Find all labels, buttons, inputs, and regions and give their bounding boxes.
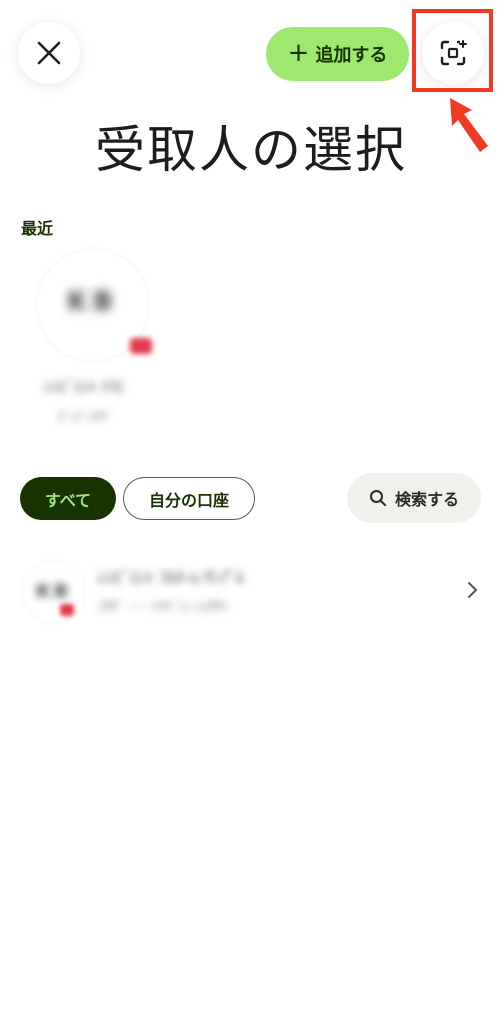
search-button[interactable]: 検索する: [347, 473, 481, 523]
contact-name: ﾚｼﾋﾟｴﾝﾄ ﾌﾙﾈｰﾑ ｻﾝﾌﾟﾙ: [98, 568, 245, 587]
add-recipient-button[interactable]: + 追加する: [266, 27, 409, 81]
search-icon: [369, 490, 386, 506]
recent-contact-subtitle: ｶﾞｲﾌﾞｺｳｻﾞ: [57, 410, 112, 424]
highlight-box: [412, 9, 493, 92]
filter-own-accounts-chip[interactable]: 自分の口座: [123, 477, 255, 520]
close-icon: [37, 41, 61, 65]
contact-subtitle: ｺｳｻﾞ ･･･ ﾒｲｷﾞﾆﾝ ｼｮｳｻｲ: [98, 600, 228, 615]
recent-contact-name: ﾚｼﾋﾟｴﾝﾄ ﾅﾏｴ: [44, 378, 124, 396]
page-title: 受取人の選択: [95, 121, 407, 179]
filter-own-label: 自分の口座: [148, 490, 229, 510]
avatar-initials: KB: [67, 287, 119, 317]
search-label: 検索する: [394, 490, 459, 509]
flag-icon: [130, 338, 152, 354]
plus-icon: +: [287, 38, 310, 68]
chevron-right-icon: [468, 582, 477, 598]
avatar: KB: [22, 560, 86, 624]
avatar-initials: KB: [36, 581, 72, 602]
list-item[interactable]: KB ﾚｼﾋﾟｴﾝﾄ ﾌﾙﾈｰﾑ ｻﾝﾌﾟﾙ ｺｳｻﾞ ･･･ ﾒｲｷﾞﾆﾝ ｼ…: [0, 548, 502, 632]
recipient-select-screen: + 追加する 受取人の選択 最近 KB ﾚｼﾋﾟｴﾝﾄ ﾅﾏｴ ｶﾞｲﾌﾞｺｳｻ…: [0, 0, 502, 1024]
filter-all-label: すべて: [44, 490, 92, 510]
recent-section-label: 最近: [21, 219, 54, 238]
flag-icon: [60, 604, 74, 616]
add-recipient-label: 追加する: [315, 45, 388, 66]
filter-all-chip[interactable]: すべて: [20, 477, 116, 520]
close-button[interactable]: [18, 22, 80, 84]
